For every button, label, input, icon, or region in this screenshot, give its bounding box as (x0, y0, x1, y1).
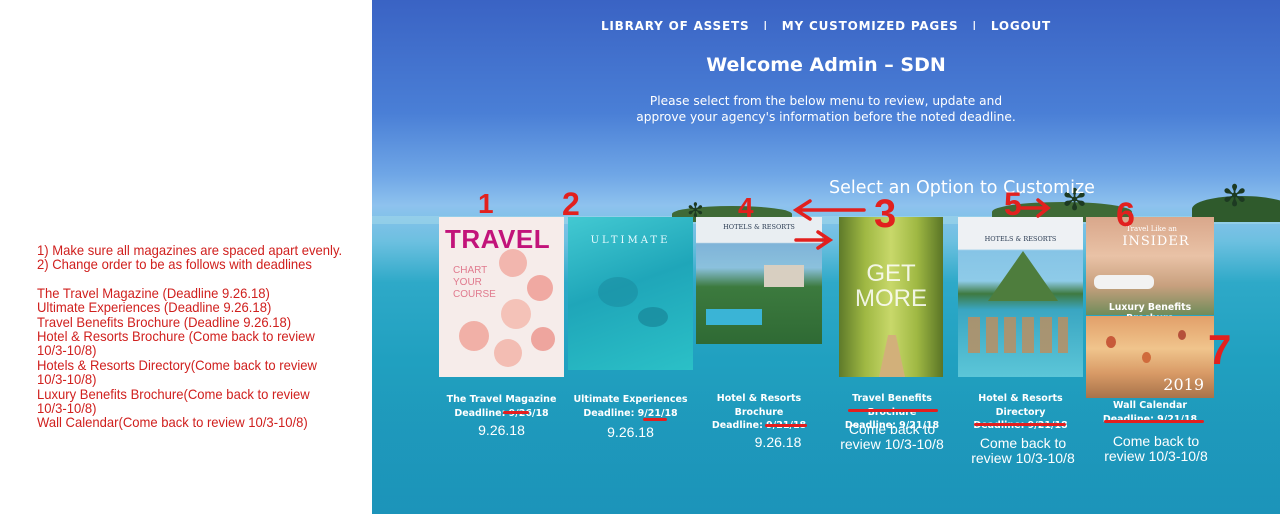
arrow-right-icon (1020, 198, 1051, 218)
note-item: 10/3-10/8) (37, 401, 97, 417)
note-item: Hotel & Resorts Brochure (Come back to r… (37, 329, 315, 345)
review-notes: 1) Make sure all magazines are spaced ap… (37, 243, 354, 431)
note-item: 10/3-10/8) (37, 343, 97, 359)
note-item: Travel Benefits Brochure (Deadline 9.26.… (37, 314, 292, 330)
arrow-right-icon (794, 230, 834, 250)
note-item: Luxury Benefits Brochure(Come back to re… (37, 386, 310, 402)
app-panel: ✻ ✻ ✻ LIBRARY OF ASSETS I MY CUSTOMIZED PA… (372, 0, 1280, 514)
arrow-left-icon (792, 199, 866, 221)
note-item: Ultimate Experiences (Deadline 9.26.18) (37, 300, 272, 316)
reorder-arrows (792, 198, 1051, 250)
note-item: Hotels & Resorts Directory(Come back to … (37, 357, 317, 373)
note-item: Wall Calendar(Come back to review 10/3-1… (37, 415, 308, 431)
note-item: The Travel Magazine (Deadline 9.26.18) (37, 285, 270, 301)
note-item: 10/3-10/8) (37, 372, 97, 388)
note-line: 1) Make sure all magazines are spaced ap… (37, 243, 343, 258)
note-line: 2) Change order to be as follows with de… (37, 257, 312, 273)
